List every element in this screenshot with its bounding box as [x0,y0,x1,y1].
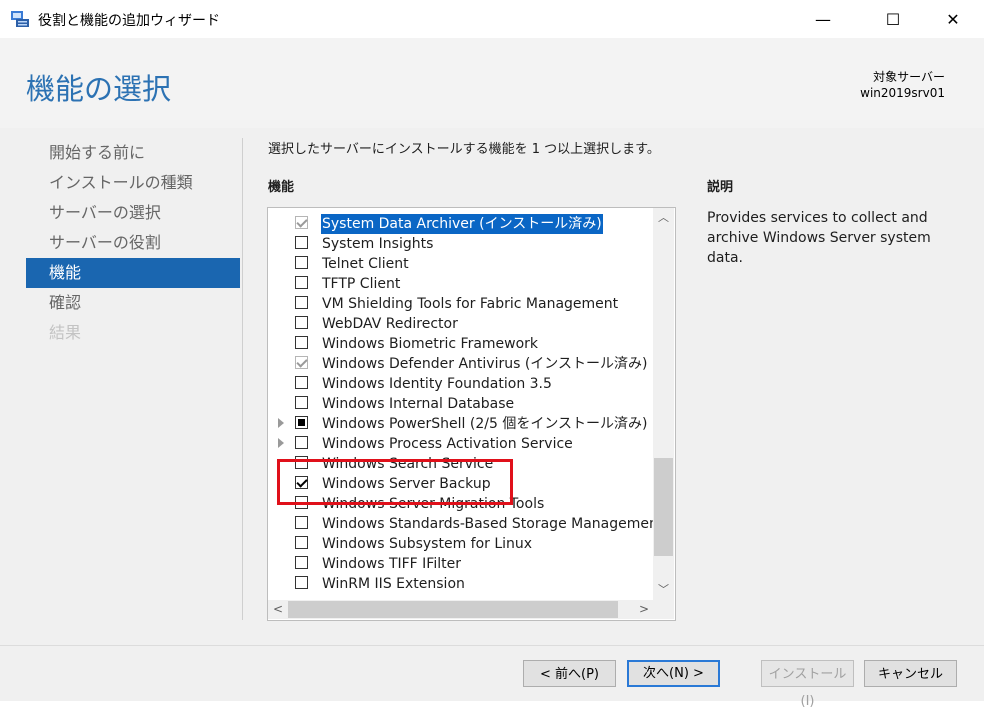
nav-item-3[interactable]: サーバーの役割 [26,228,240,258]
feature-label: System Insights [322,236,434,252]
instruction-text: 選択したサーバーにインストールする機能を 1 つ以上選択します。 [268,142,660,157]
feature-checkbox[interactable] [295,316,308,329]
nav-item-2[interactable]: サーバーの選択 [26,198,240,228]
feature-row[interactable]: WinRM IIS Extension [268,574,654,594]
wizard-steps-nav: 開始する前に インストールの種類 サーバーの選択 サーバーの役割 機能 確認結果 [26,138,240,348]
nav-item-5[interactable]: 確認 [26,288,240,318]
feature-label: Windows Identity Foundation 3.5 [322,376,552,392]
feature-row[interactable]: Windows Standards-Based Storage Manageme… [268,514,663,534]
feature-label: Windows Standards-Based Storage Manageme… [322,516,664,532]
feature-row[interactable]: Windows Subsystem for Linux [268,534,654,554]
feature-checkbox[interactable] [295,296,308,309]
expand-arrow-icon[interactable] [278,418,284,428]
server-wizard-icon [11,11,29,27]
install-button[interactable]: インストール(I) [761,660,854,709]
target-server-value: win2019srv01 [860,86,945,100]
feature-row[interactable]: Windows Process Activation Service [268,434,654,454]
cancel-button[interactable]: キャンセル [864,660,957,687]
vertical-scroll-thumb[interactable] [654,458,673,556]
feature-row[interactable]: Windows PowerShell (2/5 個をインストール済み) [268,414,654,434]
feature-row[interactable]: VM Shielding Tools for Fabric Management [268,294,654,314]
minimize-button[interactable]: — [800,0,846,38]
feature-checkbox[interactable] [295,576,308,589]
feature-checkbox[interactable] [295,356,308,369]
feature-checkbox[interactable] [295,376,308,389]
scroll-right-icon[interactable]: > [634,600,654,619]
feature-label: WinRM IIS Extension [322,576,465,592]
feature-row[interactable]: TFTP Client [268,274,654,294]
feature-checkbox[interactable] [295,336,308,349]
back-button[interactable]: < 前へ(P) [523,660,616,687]
feature-row[interactable]: Windows Biometric Framework [268,334,654,354]
maximize-button[interactable]: ☐ [870,0,916,38]
feature-label: TFTP Client [322,276,401,292]
feature-row[interactable]: System Data Archiver (インストール済み) [268,214,654,234]
features-list[interactable]: System Data Archiver (インストール済み) System In… [267,207,676,621]
nav-item-1[interactable]: インストールの種類 [26,168,240,198]
scroll-left-icon[interactable]: < [268,600,288,619]
page-title: 機能の選択 [26,72,172,106]
description-text: Provides services to collect and archive… [707,210,931,266]
feature-checkbox[interactable] [295,256,308,269]
nav-item-6: 結果 [49,323,82,342]
nav-item-4[interactable]: 機能 [26,258,240,288]
nav-item-0[interactable]: 開始する前に [26,138,240,168]
close-button[interactable]: ✕ [930,0,976,38]
feature-checkbox[interactable] [295,396,308,409]
feature-row[interactable]: Windows Internal Database [268,394,654,414]
title-bar: 役割と機能の追加ウィザード — ☐ ✕ [0,0,984,38]
feature-row[interactable]: Windows Defender Antivirus (インストール済み) [268,354,654,374]
horizontal-scrollbar[interactable]: < > [268,600,674,619]
feature-checkbox[interactable] [295,216,308,229]
feature-row[interactable]: Windows TIFF IFilter [268,554,654,574]
feature-checkbox[interactable] [295,516,308,529]
features-heading: 機能 [268,180,295,195]
feature-label: Windows Defender Antivirus (インストール済み) [322,356,648,372]
feature-row[interactable]: WebDAV Redirector [268,314,654,334]
highlight-annotation-box [277,459,513,505]
feature-checkbox[interactable] [295,416,308,429]
feature-label: System Data Archiver (インストール済み) [321,214,603,234]
expand-arrow-icon[interactable] [278,438,284,448]
nav-divider [242,138,243,620]
features-rows: System Data Archiver (インストール済み) System In… [268,214,663,594]
next-button[interactable]: 次へ(N) > [627,660,720,687]
feature-label: Windows TIFF IFilter [322,556,461,572]
horizontal-scroll-thumb[interactable] [288,601,618,618]
feature-label: VM Shielding Tools for Fabric Management [322,296,619,312]
feature-label: Windows Process Activation Service [322,436,573,452]
feature-label: Windows Internal Database [322,396,515,412]
description-heading: 説明 [707,180,734,195]
vertical-scrollbar[interactable]: ︿ ﹀ [653,208,674,600]
feature-checkbox[interactable] [295,436,308,449]
feature-checkbox[interactable] [295,556,308,569]
scroll-down-icon[interactable]: ﹀ [653,580,674,600]
scroll-up-icon[interactable]: ︿ [653,208,674,228]
window-title: 役割と機能の追加ウィザード [38,13,220,29]
feature-label: Windows Subsystem for Linux [322,536,533,552]
target-server-label: 対象サーバー [873,70,945,84]
feature-checkbox[interactable] [295,536,308,549]
feature-label: Windows Biometric Framework [322,336,539,352]
feature-label: Telnet Client [322,256,409,272]
feature-checkbox[interactable] [295,276,308,289]
feature-checkbox[interactable] [295,236,308,249]
feature-label: Windows PowerShell (2/5 個をインストール済み) [322,416,648,432]
feature-row[interactable]: System Insights [268,234,654,254]
feature-label: WebDAV Redirector [322,316,458,332]
feature-row[interactable]: Windows Identity Foundation 3.5 [268,374,654,394]
feature-row[interactable]: Telnet Client [268,254,654,274]
